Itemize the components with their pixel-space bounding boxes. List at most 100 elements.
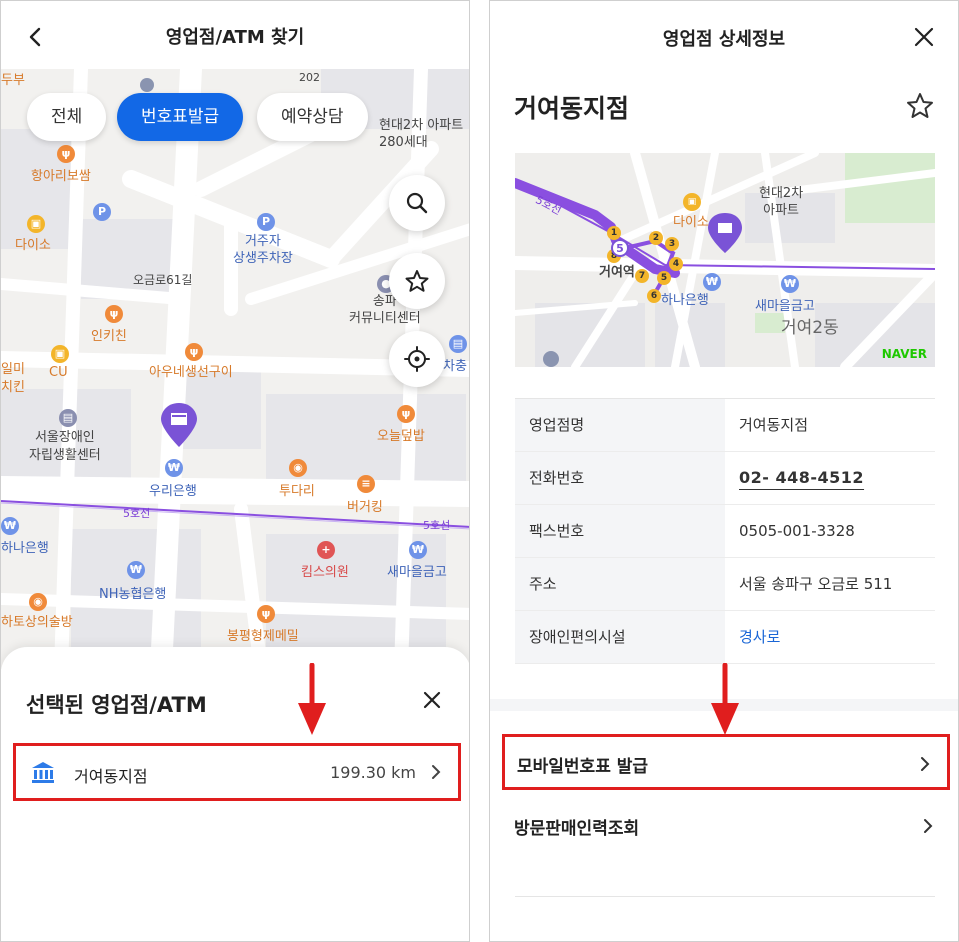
branch-location-map[interactable]: 5호선 ▣ 다이소 현대2차 아파트 거여역 ₩ 하나은행 ₩ 새마을금고 거여… bbox=[515, 153, 935, 367]
naver-logo: NAVER bbox=[881, 347, 927, 361]
exit-marker: 6 bbox=[647, 289, 661, 303]
restaurant-icon: ψ bbox=[257, 605, 275, 623]
pub-icon: ◉ bbox=[29, 593, 47, 611]
branch-list-item[interactable]: 거여동지점 199.30 km bbox=[13, 743, 461, 801]
map-label-seoul-center: 서울장애인 자립생활센터 bbox=[29, 430, 101, 463]
map-label-dong: 거여2동 bbox=[781, 318, 839, 338]
search-icon bbox=[406, 192, 428, 214]
map-label-daiso: 다이소 bbox=[15, 238, 51, 253]
filter-chip-all[interactable]: 전체 bbox=[27, 93, 107, 141]
map-label-hyundai: 현대2차 아파트 280세대 bbox=[379, 118, 464, 150]
map-roads bbox=[515, 153, 935, 367]
page-title: 영업점 상세정보 bbox=[662, 29, 786, 50]
map-label: 차충 bbox=[443, 359, 467, 374]
building-icon: ▤ bbox=[59, 409, 77, 427]
bank-icon: ₩ bbox=[127, 561, 145, 579]
map-label-road: 오금로61길 bbox=[133, 273, 193, 287]
map-label-oneul: 오늘덮밥 bbox=[377, 429, 425, 444]
convenience-store-icon: ▣ bbox=[51, 345, 69, 363]
menu-label: 방문판매인력조회 bbox=[514, 819, 640, 839]
chevron-right-icon bbox=[921, 757, 930, 771]
hospital-icon: + bbox=[317, 541, 335, 559]
current-location-button[interactable] bbox=[389, 331, 445, 387]
map-label-kims: 킴스의원 bbox=[301, 565, 349, 580]
map-label-hana: 하나은행 bbox=[1, 541, 49, 556]
station-marker: 5 bbox=[611, 239, 629, 257]
exit-marker: 3 bbox=[665, 237, 679, 251]
branch-distance: 199.30 km bbox=[330, 763, 416, 782]
parking-icon: P bbox=[93, 203, 111, 221]
info-row-name: 영업점명 거여동지점 bbox=[515, 399, 935, 452]
info-row-accessibility: 장애인편의시설 경사로 bbox=[515, 611, 935, 664]
map-label-saemaul: 새마을금고 bbox=[387, 565, 447, 580]
bank-icon bbox=[32, 762, 54, 783]
branch-title: 거여동지점 bbox=[514, 94, 630, 123]
info-label: 장애인편의시설 bbox=[515, 611, 725, 663]
info-value: 서울 송파구 오금로 511 bbox=[739, 575, 893, 593]
map-label-hangari: 항아리보쌈 bbox=[31, 169, 91, 184]
close-icon[interactable] bbox=[419, 687, 445, 713]
restaurant-icon: ψ bbox=[105, 305, 123, 323]
subway-line-label: 5호선 bbox=[423, 519, 451, 532]
bank-icon: ₩ bbox=[1, 517, 19, 535]
map-label-hato: 하토상의술방 bbox=[1, 615, 73, 630]
branch-finder-screen: 202 현대2차 아파트 280세대 두부 ψ 항아리보쌈 ▣ 다이소 P P … bbox=[0, 0, 470, 942]
restaurant-icon: ψ bbox=[57, 145, 75, 163]
map-label-bongpyeong: 봉평형제메밀 bbox=[227, 629, 299, 644]
chevron-right-icon bbox=[924, 819, 933, 833]
pub-icon: ◉ bbox=[289, 459, 307, 477]
parking-icon: P bbox=[257, 213, 275, 231]
exit-marker: 7 bbox=[635, 269, 649, 283]
map-label: 202 bbox=[299, 71, 320, 84]
location-icon bbox=[404, 346, 430, 372]
down-arrow-annotation bbox=[711, 663, 739, 735]
info-label: 영업점명 bbox=[515, 399, 725, 451]
branch-detail-screen: 영업점 상세정보 거여동지점 5호선 ▣ 다이소 현대2차 아파트 거여역 ₩ … bbox=[489, 0, 959, 942]
exit-marker: 2 bbox=[649, 231, 663, 245]
shop-icon: ▣ bbox=[683, 193, 701, 211]
map-label: 두부 bbox=[1, 73, 25, 88]
exit-marker: 4 bbox=[669, 257, 683, 271]
map-label: 일미 치킨 bbox=[1, 362, 25, 395]
map-label-parking: 거주자 상생주차장 bbox=[233, 234, 293, 266]
info-row-fax: 팩스번호 0505-001-3328 bbox=[515, 505, 935, 558]
bank-icon: ₩ bbox=[165, 459, 183, 477]
map-label-auneseon: 아우네생선구이 bbox=[149, 365, 233, 380]
filter-chip-reservation[interactable]: 예약상담 bbox=[257, 93, 368, 141]
star-icon bbox=[405, 270, 429, 292]
chevron-right-icon bbox=[432, 765, 441, 779]
accessibility-link[interactable]: 경사로 bbox=[739, 611, 780, 663]
map-label-hana: 하나은행 bbox=[661, 293, 709, 308]
info-label: 주소 bbox=[515, 558, 725, 610]
subway-line-label: 5호선 bbox=[123, 507, 151, 520]
branch-name: 거여동지점 bbox=[74, 767, 148, 786]
filter-chip-ticket[interactable]: 번호표발급 bbox=[117, 93, 244, 141]
map-label-inkichin: 인키친 bbox=[91, 329, 127, 344]
sheet-title: 선택된 영업점/ATM bbox=[26, 693, 207, 717]
info-row-address: 주소 서울 송파구 오금로 511 bbox=[515, 558, 935, 611]
map-label-woori: 우리은행 bbox=[149, 484, 197, 499]
branch-info-table: 영업점명 거여동지점 전화번호 02- 448-4512 팩스번호 0505-0… bbox=[515, 398, 935, 664]
down-arrow-annotation bbox=[298, 663, 326, 735]
building-icon: ▤ bbox=[449, 335, 467, 353]
favorites-button[interactable] bbox=[389, 253, 445, 309]
bank-icon: ₩ bbox=[781, 275, 799, 293]
shop-icon: ▣ bbox=[27, 215, 45, 233]
map-label-burgerking: 버거킹 bbox=[347, 500, 383, 515]
star-icon[interactable] bbox=[905, 91, 935, 121]
close-icon[interactable] bbox=[912, 25, 936, 49]
phone-link[interactable]: 02- 448-4512 bbox=[739, 452, 864, 504]
map-label-hyundai: 현대2차 아파트 bbox=[759, 186, 804, 218]
info-value: 거여동지점 bbox=[739, 416, 809, 434]
visit-sales-staff-button[interactable]: 방문판매인력조회 bbox=[502, 799, 950, 855]
page-title: 영업점/ATM 찾기 bbox=[165, 27, 305, 48]
map-label-saemaul: 새마을금고 bbox=[755, 299, 815, 314]
divider bbox=[515, 896, 935, 897]
map-label-nh: NH농협은행 bbox=[99, 587, 167, 602]
bank-icon: ₩ bbox=[409, 541, 427, 559]
mobile-ticket-button[interactable]: 모바일번호표 발급 bbox=[502, 734, 950, 790]
restaurant-icon: ψ bbox=[185, 343, 203, 361]
map-label-tudari: 투다리 bbox=[279, 484, 315, 499]
exit-marker: 1 bbox=[607, 226, 621, 240]
map-search-button[interactable] bbox=[389, 175, 445, 231]
